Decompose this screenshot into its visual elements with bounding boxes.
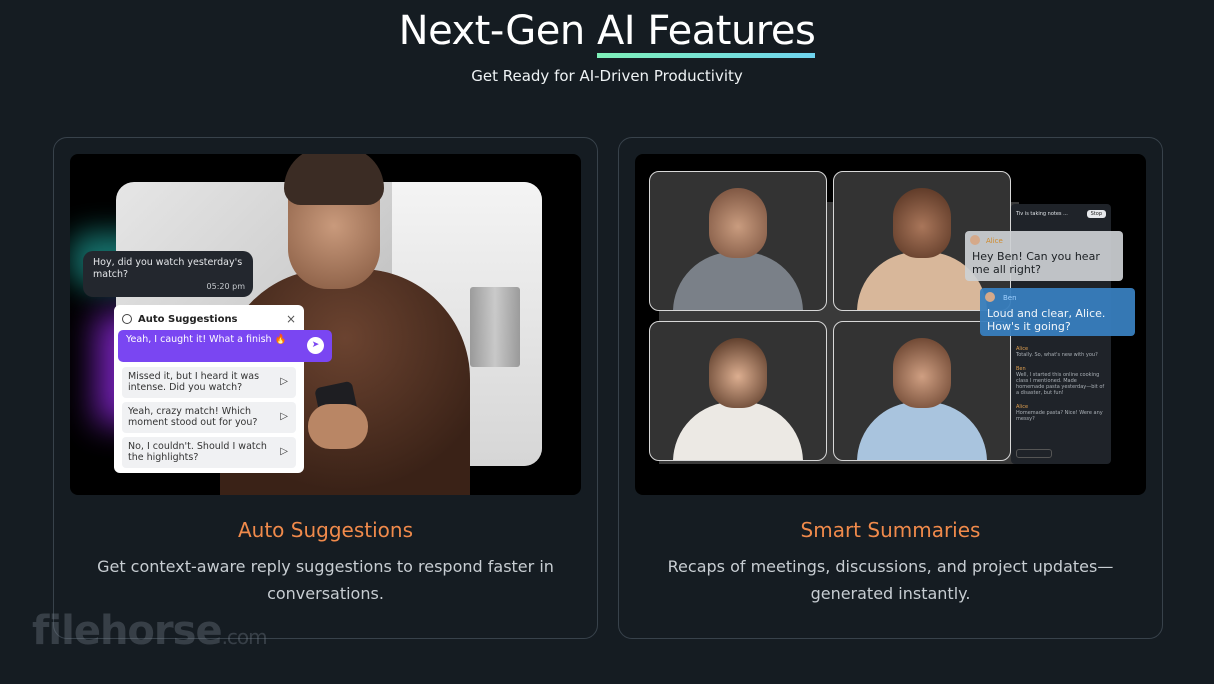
chat-message-text: Loud and clear, Alice. How's it going? (987, 307, 1106, 333)
auto-suggestions-illustration: Hoy, did you watch yesterday's match? 05… (70, 154, 581, 495)
section-title-highlight: AI Features (596, 8, 816, 58)
card-title: Smart Summaries (800, 518, 981, 542)
suggestion-text: No, I couldn't. Should I watch the highl… (128, 441, 267, 463)
smart-summaries-illustration: Tiv is taking notes ... Stop Alice Total… (635, 154, 1146, 495)
notes-input[interactable] (1016, 449, 1052, 458)
video-tile (649, 321, 827, 461)
section-title: Next-Gen AI Features (0, 8, 1214, 58)
speaker-name: Ben (1003, 294, 1017, 302)
alice-chat-bubble: Alice Hey Ben! Can you hear me all right… (965, 231, 1123, 281)
incoming-message-bubble: Hoy, did you watch yesterday's match? 05… (83, 251, 253, 297)
video-tile (833, 321, 1011, 461)
incoming-message-text: Hoy, did you watch yesterday's match? (93, 257, 243, 280)
section-title-prefix: Next-Gen (398, 8, 597, 54)
chat-bubble-icon (122, 314, 132, 324)
video-tile (649, 171, 827, 311)
feature-card-smart-summaries: Tiv is taking notes ... Stop Alice Total… (618, 137, 1163, 639)
avatar (970, 235, 980, 245)
stop-button[interactable]: Stop (1086, 210, 1106, 218)
active-suggestion-item[interactable]: Yeah, I caught it! What a finish 🔥 ➤ (118, 330, 332, 362)
suggestion-text: Missed it, but I heard it was intense. D… (128, 371, 260, 393)
card-description: Recaps of meetings, discussions, and pro… (667, 557, 1114, 603)
send-icon[interactable]: ▷ (280, 446, 288, 457)
speaker-name: Alice (986, 237, 1003, 245)
send-icon[interactable]: ▷ (280, 411, 288, 422)
send-icon[interactable]: ➤ (307, 337, 324, 354)
filehorse-watermark: filehorse.com (32, 608, 268, 654)
ben-chat-bubble: Ben Loud and clear, Alice. How's it goin… (980, 288, 1135, 336)
suggestion-item[interactable]: No, I couldn't. Should I watch the highl… (122, 437, 296, 468)
suggestion-item[interactable]: Missed it, but I heard it was intense. D… (122, 367, 296, 398)
auto-suggestions-panel-title: Auto Suggestions (138, 313, 238, 325)
notes-panel-title: Tiv is taking notes ... (1016, 211, 1068, 217)
avatar (985, 292, 995, 302)
chat-message-text: Hey Ben! Can you hear me all right? (972, 250, 1100, 276)
card-description: Get context-aware reply suggestions to r… (97, 557, 554, 603)
suggestion-item[interactable]: Yeah, crazy match! Which moment stood ou… (122, 402, 296, 433)
card-title: Auto Suggestions (237, 518, 413, 542)
transcript-message: Ben Well, I started this online cooking … (1016, 366, 1105, 396)
incoming-message-time: 05:20 pm (206, 282, 245, 291)
active-suggestion-text: Yeah, I caught it! What a finish 🔥 (126, 334, 287, 345)
transcript-message: Alice Homemade pasta? Nice! Were any mes… (1016, 404, 1103, 422)
close-icon[interactable]: × (286, 312, 296, 326)
auto-suggestions-header: Auto Suggestions × (122, 311, 296, 327)
notes-panel-header: Tiv is taking notes ... Stop (1016, 208, 1106, 220)
section-subtitle: Get Ready for AI-Driven Productivity (471, 67, 743, 85)
transcript-message: Alice Totally. So, what's new with you? (1016, 346, 1098, 358)
feature-card-auto-suggestions: Hoy, did you watch yesterday's match? 05… (53, 137, 598, 639)
suggestion-text: Yeah, crazy match! Which moment stood ou… (128, 406, 258, 428)
features-section: Next-Gen AI Features Get Ready for AI-Dr… (0, 0, 1214, 684)
send-icon[interactable]: ▷ (280, 376, 288, 387)
